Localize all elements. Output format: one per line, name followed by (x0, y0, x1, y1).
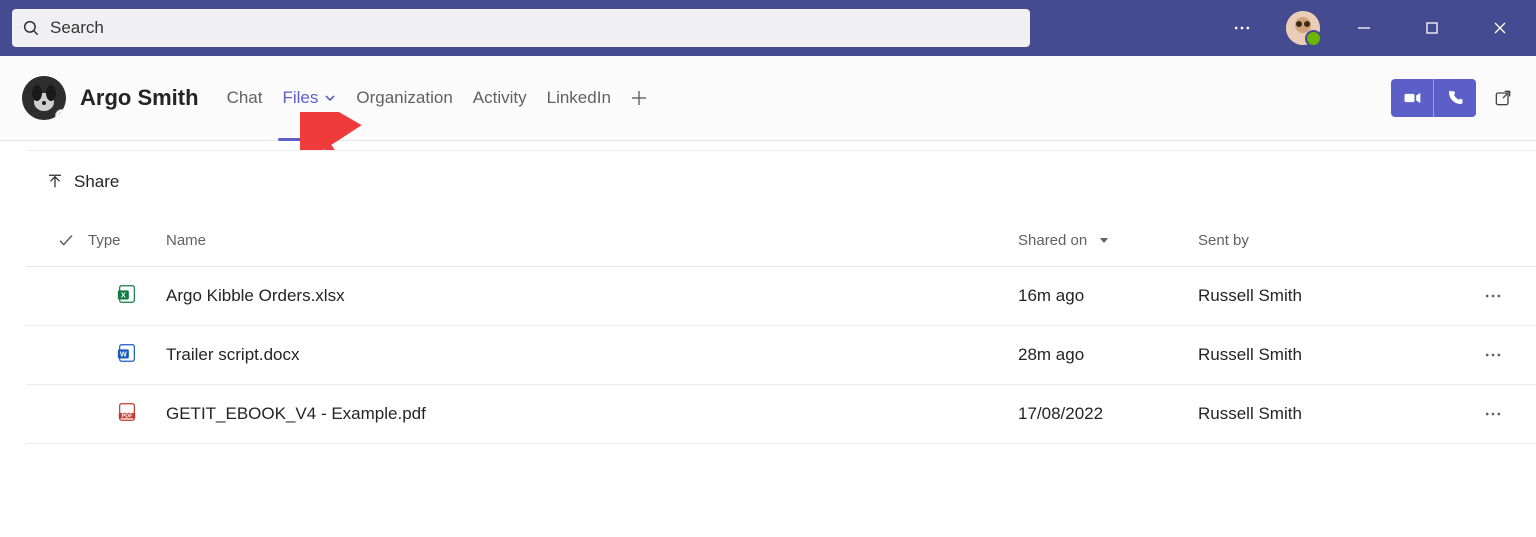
audio-call-button[interactable] (1433, 79, 1476, 117)
file-type-word-icon: W (116, 341, 138, 370)
video-icon (1402, 88, 1422, 108)
share-button[interactable]: Share (26, 151, 1536, 214)
file-more-button[interactable] (1468, 404, 1518, 424)
checkmark-icon (57, 231, 75, 249)
share-upload-icon (46, 173, 64, 191)
search-box[interactable] (12, 9, 1030, 47)
more-icon (1483, 345, 1503, 365)
contact-avatar[interactable] (22, 76, 66, 120)
svg-text:X: X (121, 290, 126, 299)
call-button-group (1391, 79, 1476, 117)
more-icon (1483, 286, 1503, 306)
tab-files[interactable]: Files (272, 56, 346, 140)
window-maximize-button[interactable] (1408, 4, 1456, 52)
file-shared-on: 28m ago (1018, 345, 1084, 364)
plus-icon (631, 90, 647, 106)
more-icon (1483, 404, 1503, 424)
file-sent-by: Russell Smith (1198, 286, 1302, 305)
file-more-button[interactable] (1468, 345, 1518, 365)
presence-offline-icon (55, 109, 66, 120)
presence-available-icon (1305, 30, 1322, 47)
files-list-header: Type Name Shared on Sent by (26, 214, 1536, 267)
add-tab-button[interactable] (621, 56, 657, 140)
file-name: Argo Kibble Orders.xlsx (166, 286, 345, 305)
column-header-name[interactable]: Name (166, 232, 206, 249)
tab-linkedin[interactable]: LinkedIn (537, 56, 621, 140)
file-row[interactable]: W Trailer script.docx 28m ago Russell Smith (26, 326, 1536, 385)
column-header-sent-by[interactable]: Sent by (1198, 232, 1249, 249)
tab-activity[interactable]: Activity (463, 56, 537, 140)
search-icon (22, 19, 40, 37)
tab-chat[interactable]: Chat (217, 56, 273, 140)
tab-organization[interactable]: Organization (346, 56, 462, 140)
file-type-pdf-icon: PDF (116, 400, 138, 429)
file-row[interactable]: X Argo Kibble Orders.xlsx 16m ago Russell S… (26, 267, 1536, 326)
tab-chat-label: Chat (227, 88, 263, 108)
file-type-excel-icon: X (116, 282, 138, 311)
tab-organization-label: Organization (356, 88, 452, 108)
tab-linkedin-label: LinkedIn (547, 88, 611, 108)
window-minimize-button[interactable] (1340, 4, 1388, 52)
contact-name: Argo Smith (80, 85, 199, 111)
column-header-shared-on[interactable]: Shared on (1018, 232, 1109, 249)
chevron-down-icon (324, 92, 336, 104)
files-list: X Argo Kibble Orders.xlsx 16m ago Russell S… (26, 267, 1536, 444)
window-close-button[interactable] (1476, 4, 1524, 52)
file-name: Trailer script.docx (166, 345, 300, 364)
file-sent-by: Russell Smith (1198, 404, 1302, 423)
file-sent-by: Russell Smith (1198, 345, 1302, 364)
column-header-shared-on-label: Shared on (1018, 232, 1087, 249)
tab-activity-label: Activity (473, 88, 527, 108)
share-button-label: Share (74, 172, 119, 192)
tab-files-label: Files (282, 88, 318, 108)
pop-out-button[interactable] (1488, 83, 1518, 113)
file-row[interactable]: PDF GETIT_EBOOK_V4 - Example.pdf 17/08/202… (26, 385, 1536, 444)
pop-out-icon (1493, 88, 1513, 108)
file-more-button[interactable] (1468, 286, 1518, 306)
video-call-button[interactable] (1391, 79, 1433, 117)
sort-desc-icon (1099, 235, 1109, 245)
more-options-button[interactable] (1218, 4, 1266, 52)
column-header-type[interactable]: Type (88, 232, 121, 249)
file-shared-on: 16m ago (1018, 286, 1084, 305)
file-name: GETIT_EBOOK_V4 - Example.pdf (166, 404, 426, 423)
files-panel: Share Type Name Shared on Sent by X Argo … (26, 150, 1536, 537)
file-shared-on: 17/08/2022 (1018, 404, 1103, 423)
svg-text:PDF: PDF (122, 413, 134, 419)
search-input[interactable] (48, 17, 1030, 39)
chat-tabs: Chat Files Organization Activity LinkedI… (217, 56, 657, 140)
phone-icon (1446, 89, 1464, 107)
chat-header: Argo Smith Chat Files Organization Activ… (0, 56, 1536, 141)
title-bar (0, 0, 1536, 56)
svg-text:W: W (120, 349, 127, 358)
current-user-avatar[interactable] (1286, 11, 1320, 45)
